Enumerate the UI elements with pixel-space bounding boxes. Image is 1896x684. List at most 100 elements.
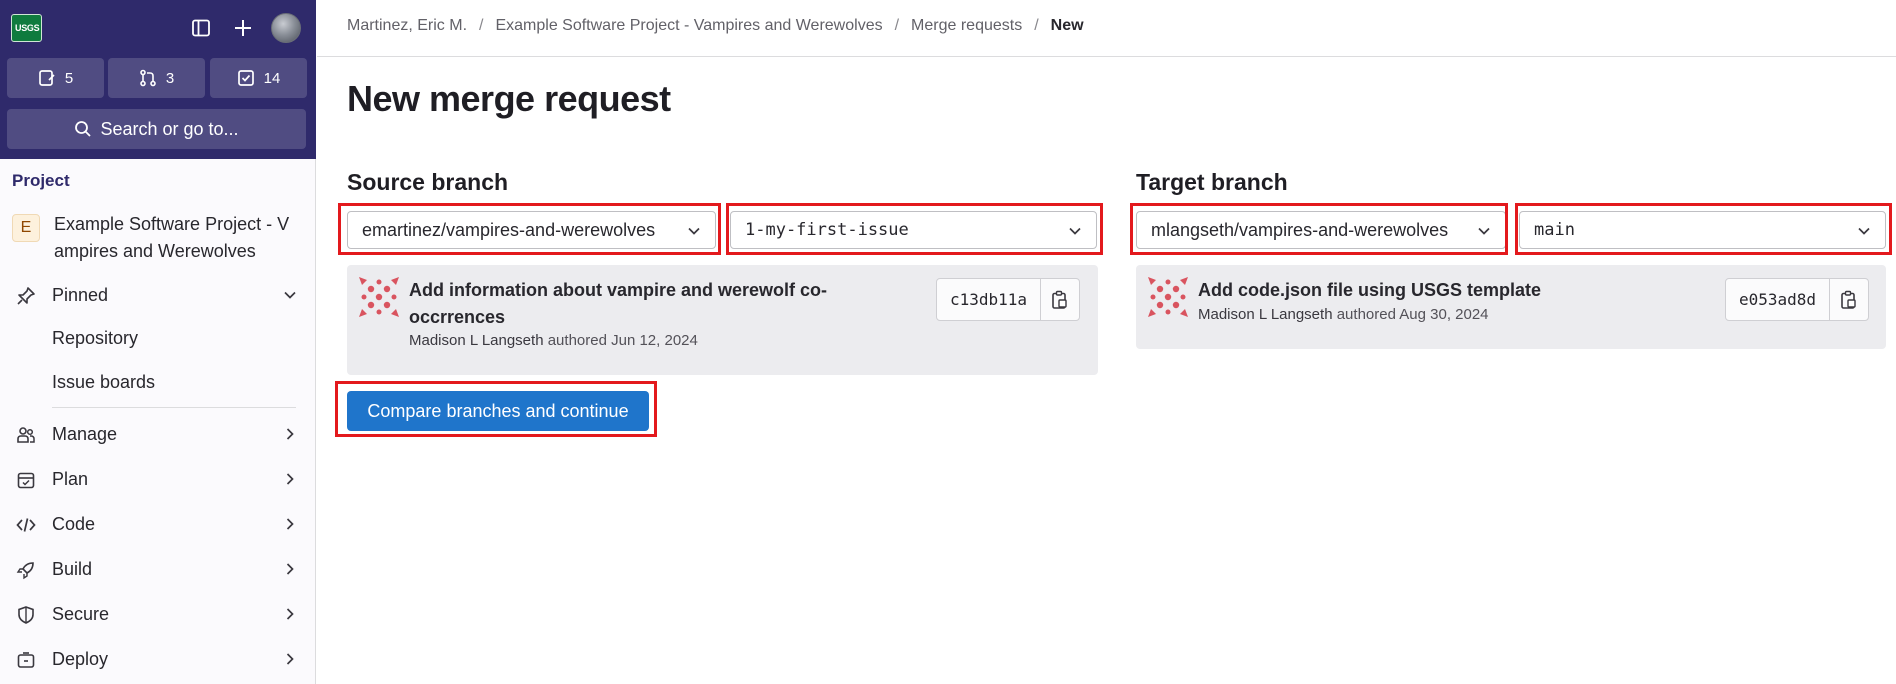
copy-sha-button[interactable] [1041, 279, 1079, 320]
sidebar-item-deploy[interactable]: Deploy [0, 639, 315, 679]
breadcrumb-user[interactable]: Martinez, Eric M. [347, 17, 467, 35]
chevron-right-icon [286, 473, 294, 485]
sidebar-item-label: Build [52, 558, 93, 579]
deploy-icon [17, 652, 35, 668]
sidebar-header: USGS 5 3 14 Search or go to... [0, 0, 316, 159]
source-project-select[interactable]: emartinez/vampires-and-werewolves [347, 211, 716, 249]
commit-date: authored Aug 30, 2024 [1336, 306, 1489, 323]
commit-title-line: Add code.json file using USGS template [1198, 280, 1542, 300]
merge-requests-counter[interactable]: 3 [108, 58, 205, 98]
chevron-right-icon [286, 608, 294, 620]
breadcrumb-separator: / [479, 17, 484, 34]
search-icon [75, 121, 92, 137]
search-button[interactable]: Search or go to... [7, 109, 306, 149]
pin-icon [17, 287, 35, 305]
chevron-right-icon [286, 563, 294, 575]
source-commit-title[interactable]: Add information about vampire and werewo… [409, 277, 827, 331]
chevron-right-icon [286, 653, 294, 665]
chevron-right-icon [286, 428, 294, 440]
todo-icon [237, 70, 254, 86]
todos-count: 14 [263, 69, 281, 87]
toggle-sidebar-icon[interactable] [187, 14, 215, 42]
source-commit-card: Add information about vampire and werewo… [347, 265, 1098, 375]
sidebar-divider [52, 407, 296, 408]
sidebar-item-plan[interactable]: Plan [0, 459, 315, 499]
copy-icon [1052, 290, 1067, 309]
sidebar-item-label: Manage [52, 423, 118, 444]
target-commit-meta: Madison L Langseth authored Aug 30, 2024 [1198, 306, 1489, 323]
issues-icon [38, 70, 55, 86]
merge-request-icon [140, 69, 156, 87]
sidebar-project-link[interactable]: E Example Software Project - V ampires a… [12, 214, 302, 265]
commit-avatar-icon [1148, 277, 1188, 317]
plus-icon[interactable] [229, 14, 257, 42]
target-commit-title[interactable]: Add code.json file using USGS template [1198, 277, 1541, 304]
commit-date: authored Jun 12, 2024 [547, 332, 698, 349]
sidebar-item-label: Pinned [52, 284, 109, 305]
target-commit-card: Add code.json file using USGS template M… [1136, 265, 1886, 349]
sidebar-item-manage[interactable]: Manage [0, 414, 315, 454]
issues-counter[interactable]: 5 [7, 58, 104, 98]
commit-avatar-icon [359, 277, 399, 317]
chevron-down-icon [1858, 227, 1870, 235]
todos-counter[interactable]: 14 [210, 58, 307, 98]
breadcrumb-project[interactable]: Example Software Project - Vampires and … [495, 17, 882, 35]
source-project-value: emartinez/vampires-and-werewolves [362, 219, 656, 240]
copy-icon [1841, 290, 1856, 309]
sidebar-item-label: Code [52, 513, 96, 534]
breadcrumb-separator: / [894, 17, 900, 34]
commit-title-line: Add information about vampire and werewo… [409, 280, 828, 300]
usgs-logo[interactable]: USGS [11, 14, 42, 42]
sidebar-item-label: Plan [52, 468, 89, 489]
source-branch-title: Source branch [347, 169, 509, 195]
compare-branches-button[interactable]: Compare branches and continue [347, 391, 649, 431]
chevron-down-icon [1069, 227, 1081, 235]
chevron-right-icon [286, 518, 294, 530]
breadcrumb-separator: / [1034, 17, 1039, 34]
source-branch-value: 1-my-first-issue [745, 220, 909, 240]
target-sha-group: e053ad8d [1725, 278, 1870, 321]
source-commit-meta: Madison L Langseth authored Jun 12, 2024 [409, 332, 698, 349]
issues-count: 5 [64, 69, 74, 87]
copy-sha-button[interactable] [1830, 279, 1868, 320]
sidebar-item-pinned[interactable]: Pinned [0, 275, 315, 315]
chevron-down-icon [688, 227, 700, 235]
project-name: Example Software Project - V ampires and… [54, 214, 290, 261]
sidebar: USGS 5 3 14 Search or go to... Project E… [0, 0, 316, 684]
search-label: Search or go to... [100, 118, 239, 139]
sidebar-item-code[interactable]: Code [0, 504, 315, 544]
source-sha-group: c13db11a [936, 278, 1081, 321]
commit-author[interactable]: Madison L Langseth [409, 332, 544, 349]
logo-text: USGS [15, 23, 40, 33]
calendar-icon [17, 472, 35, 489]
commit-title-line: occrrences [409, 307, 506, 327]
target-project-value: mlangseth/vampires-and-werewolves [1151, 219, 1449, 240]
source-branch-select[interactable]: 1-my-first-issue [730, 211, 1097, 249]
source-commit-sha[interactable]: c13db11a [937, 279, 1042, 320]
target-commit-sha[interactable]: e053ad8d [1726, 279, 1831, 320]
sidebar-section-title: Project [12, 171, 70, 190]
breadcrumb-merge-requests[interactable]: Merge requests [911, 17, 1022, 35]
commit-author[interactable]: Madison L Langseth [1198, 306, 1333, 323]
target-project-select[interactable]: mlangseth/vampires-and-werewolves [1136, 211, 1506, 249]
breadcrumb-current[interactable]: New [1051, 17, 1084, 35]
merge-requests-count: 3 [165, 69, 175, 87]
project-avatar: E [12, 214, 40, 242]
sidebar-item-label: Deploy [52, 648, 109, 669]
target-branch-select[interactable]: main [1519, 211, 1886, 249]
rocket-icon [16, 562, 34, 580]
sidebar-item-secure[interactable]: Secure [0, 594, 315, 634]
sidebar-item-issue-boards[interactable]: Issue boards [52, 372, 155, 393]
target-branch-value: main [1534, 220, 1575, 240]
breadcrumb: Martinez, Eric M. / Example Software Pro… [347, 17, 1084, 35]
users-icon [17, 427, 35, 443]
user-avatar[interactable] [271, 13, 301, 43]
header-divider [317, 56, 1896, 57]
chevron-down-icon [284, 291, 296, 299]
sidebar-item-repository[interactable]: Repository [52, 328, 138, 349]
sidebar-item-build[interactable]: Build [0, 549, 315, 589]
code-icon [16, 518, 36, 532]
shield-icon [18, 606, 34, 624]
page-title: New merge request [347, 78, 671, 119]
chevron-down-icon [1478, 227, 1490, 235]
